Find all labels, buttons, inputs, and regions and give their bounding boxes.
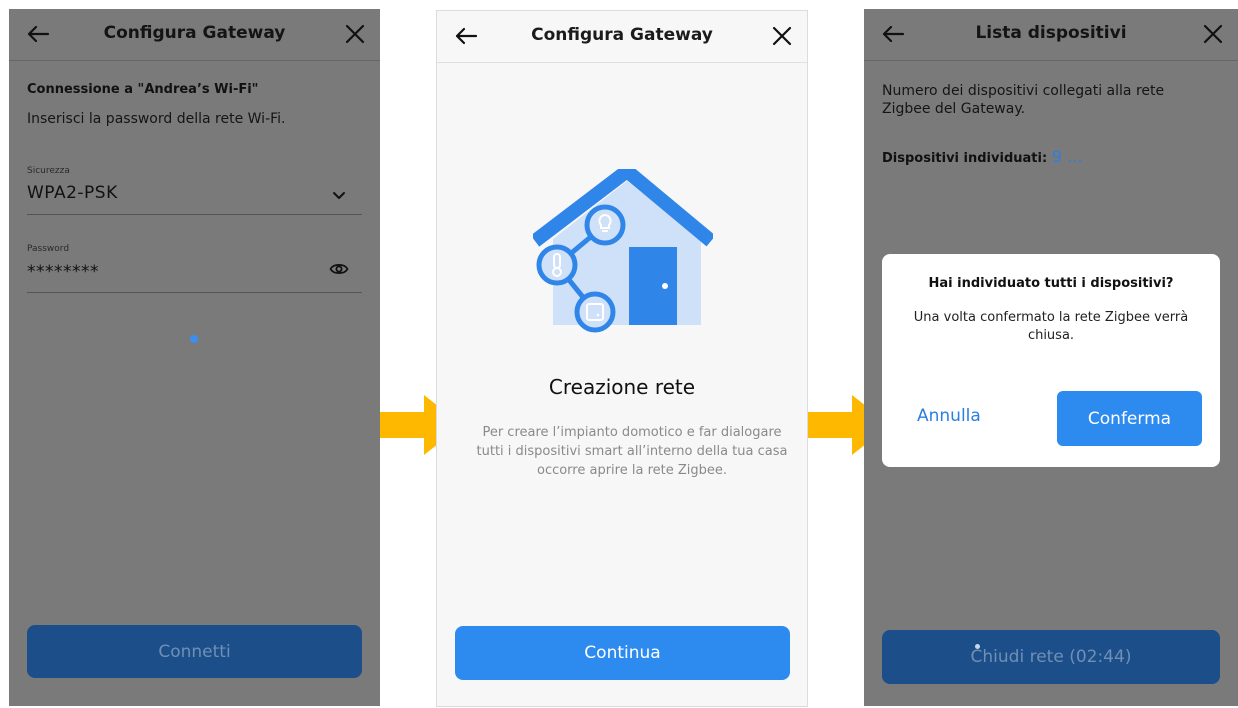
close-icon[interactable]: [767, 21, 797, 51]
section-description: Per creare l’impianto domotico e far dia…: [476, 425, 788, 478]
eye-icon[interactable]: [329, 261, 349, 277]
page-title: Lista dispositivi: [975, 23, 1127, 43]
security-value: WPA2-PSK: [27, 183, 118, 203]
top-bar: Lista dispositivi: [864, 9, 1238, 61]
device-intro: Numero dei dispositivi collegati alla re…: [882, 83, 1165, 117]
divider: [437, 62, 807, 63]
connection-heading: Connessione a "Andrea’s Wi-Fi": [27, 82, 259, 97]
dialog-body: Una volta confermato la rete Zigbee verr…: [913, 310, 1189, 343]
close-icon[interactable]: [340, 19, 370, 49]
loading-indicator: [190, 335, 198, 343]
close-icon[interactable]: [1198, 19, 1228, 49]
dialog-title: Hai individuato tutti i dispositivi?: [928, 276, 1174, 291]
password-label: Password: [27, 244, 70, 254]
chevron-down-icon[interactable]: [331, 187, 347, 203]
close-network-button[interactable]: Chiudi rete (02:44): [882, 630, 1220, 684]
connect-button[interactable]: Connetti: [27, 625, 362, 678]
divider: [864, 60, 1238, 61]
section-title: Creazione rete: [548, 375, 696, 399]
devices-found-label: Dispositivi individuati:: [882, 151, 1048, 166]
confirm-button[interactable]: Conferma: [1057, 391, 1202, 446]
network-creation-screen: Configura Gateway Creazione rete Per cre…: [436, 10, 808, 707]
page-title: Configura Gateway: [103, 23, 286, 43]
wifi-password-screen: Configura Gateway Connessione a "Andrea’…: [9, 9, 380, 706]
close-network-label: Chiudi rete (02:44): [970, 647, 1132, 667]
password-value: ********: [27, 262, 99, 282]
security-label: Sicurezza: [27, 166, 70, 176]
top-bar: Configura Gateway: [437, 11, 807, 63]
top-bar: Configura Gateway: [9, 9, 380, 61]
password-underline: [27, 292, 362, 293]
spinner-dot: [975, 644, 980, 649]
cancel-button[interactable]: Annulla: [917, 406, 981, 426]
devices-found: Dispositivi individuati: 9 …: [882, 147, 1083, 166]
continue-button[interactable]: Continua: [455, 626, 790, 680]
page-title: Configura Gateway: [531, 25, 713, 45]
divider: [9, 60, 380, 61]
connection-subtitle: Inserisci la password della rete Wi-Fi.: [27, 111, 286, 127]
smart-home-icon: [533, 169, 713, 333]
confirm-dialog: Hai individuato tutti i dispositivi? Una…: [882, 254, 1220, 467]
devices-found-count: 9 …: [1051, 147, 1083, 166]
security-underline: [27, 214, 362, 215]
device-list-screen: Lista dispositivi Numero dei dispositivi…: [864, 9, 1238, 706]
